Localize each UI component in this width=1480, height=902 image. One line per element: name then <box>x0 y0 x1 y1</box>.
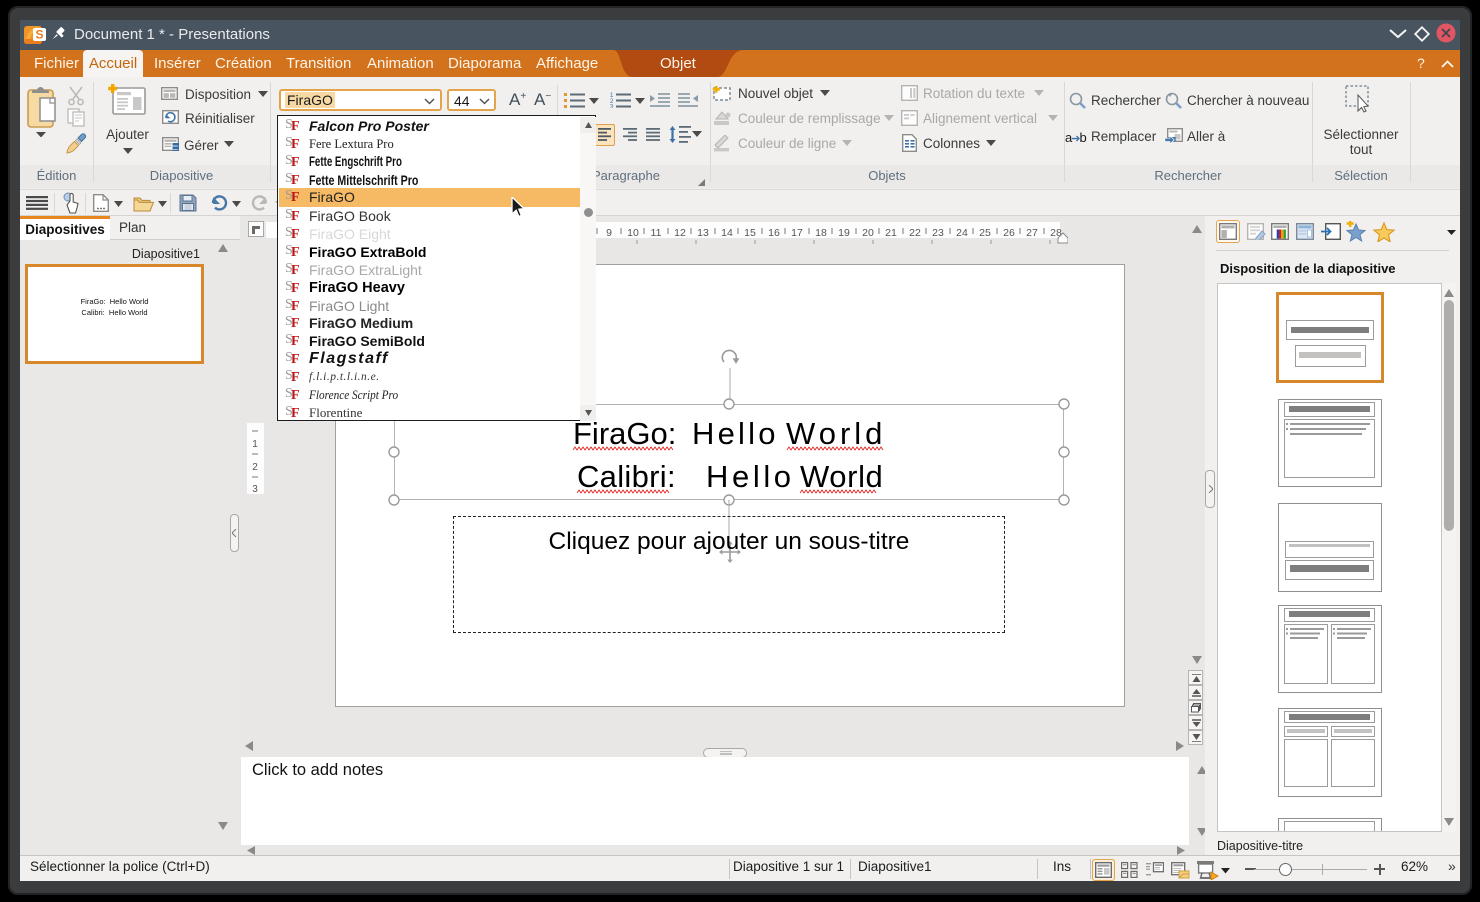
svg-text:19: 19 <box>838 227 850 239</box>
svg-text:22: 22 <box>909 227 921 239</box>
svg-text:13: 13 <box>697 227 709 239</box>
svg-text:18: 18 <box>815 227 827 239</box>
svg-text:20: 20 <box>862 227 874 239</box>
svg-text:25: 25 <box>979 227 991 239</box>
svg-text:17: 17 <box>791 227 803 239</box>
svg-text:3: 3 <box>252 484 258 494</box>
svg-text:24: 24 <box>956 227 968 239</box>
svg-text:23: 23 <box>932 227 944 239</box>
svg-text:1: 1 <box>252 439 258 450</box>
svg-text:27: 27 <box>1026 227 1038 239</box>
svg-text:14: 14 <box>721 227 733 239</box>
svg-text:9: 9 <box>606 227 612 239</box>
svg-text:15: 15 <box>744 227 756 239</box>
svg-text:11: 11 <box>651 227 662 239</box>
svg-text:2: 2 <box>252 462 258 473</box>
svg-text:16: 16 <box>768 227 780 239</box>
svg-text:21: 21 <box>885 227 897 239</box>
svg-text:S: S <box>35 28 43 42</box>
svg-text:12: 12 <box>674 227 686 239</box>
svg-text:10: 10 <box>627 227 639 239</box>
svg-text:3: 3 <box>610 105 614 109</box>
svg-text:26: 26 <box>1003 227 1015 239</box>
